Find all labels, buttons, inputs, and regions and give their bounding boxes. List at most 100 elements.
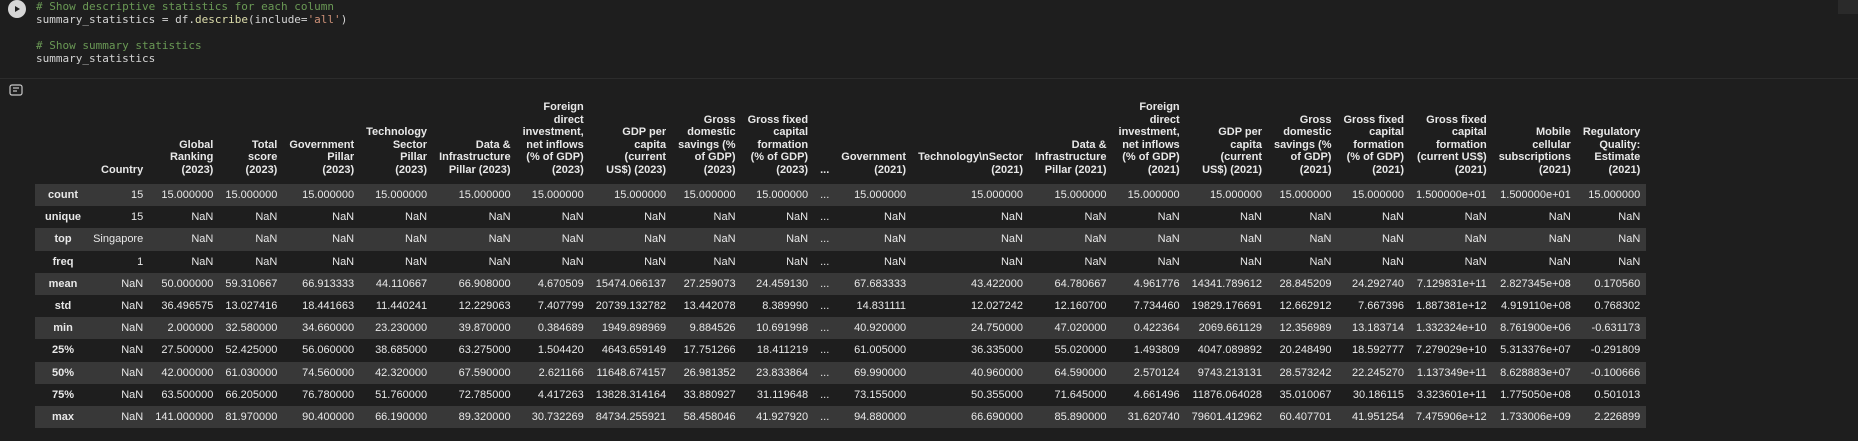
table-cell: NaN [1000,255,1023,268]
table-row: max NaN 141.000000 81.970000 90.400000 66.190… [35,405,1647,429]
table-cell: NaN [1240,211,1263,224]
row-label: freq [52,255,74,268]
table-cell: 55.020000 [1054,344,1107,357]
column-header: Government (2021) [841,151,907,176]
table-cell: NaN [786,255,809,268]
table-cell: NaN [488,233,511,246]
table-cell: 15.000000 [302,189,355,202]
column-header: Technology Sector Pillar (2023) [366,126,428,176]
code-editor[interactable]: # Show descriptive statistics for each c… [36,0,347,65]
table-cell: Singapore [93,233,144,246]
table-cell: NaN [121,366,144,379]
table-cell: 35.010067 [1279,388,1332,401]
column-header: Gross fixed capital formation (% of GDP)… [747,113,809,176]
code-line-5: summary_statistics [36,52,156,65]
table-cell: NaN [121,300,144,313]
table-cell: ... [820,211,830,224]
table-cell: NaN [255,211,278,224]
table-cell: 15.000000 [970,189,1023,202]
column-header: Regulatory Quality: Estimate (2021) [1582,126,1641,176]
table-cell: NaN [191,233,214,246]
table-cell: 24.459130 [756,277,809,290]
row-label: 50% [52,366,75,379]
table-cell: 13.027416 [225,300,278,313]
row-label: top [54,233,72,246]
table-cell: 3.323601e+11 [1416,388,1487,401]
table-cell: NaN [255,255,278,268]
table-cell: 79601.412962 [1191,410,1263,423]
table-cell: NaN [1084,211,1107,224]
table-row: top Singapore NaN NaN NaN NaN NaN NaN NaN NaN NaN.… [35,228,1647,251]
table-cell: 44.110667 [375,277,428,290]
row-label: max [52,410,75,423]
table-cell: 15.000000 [756,189,809,202]
table-cell: NaN [1464,233,1487,246]
table-cell: 4.670509 [537,277,584,290]
column-header: Mobile cellular subscriptions (2021) [1498,126,1571,176]
table-cell: ... [820,189,830,202]
table-cell: 4047.089892 [1197,344,1263,357]
table-cell: 33.880927 [683,388,736,401]
table-cell: 7.129831e+11 [1416,277,1487,290]
table-cell: 11876.064028 [1192,388,1263,401]
table-cell: 30.732269 [531,410,584,423]
table-cell: 2.226899 [1594,410,1641,423]
table-cell: NaN [332,211,355,224]
code-var: summary_statistics [36,13,156,26]
table-cell: NaN [1548,255,1571,268]
table-cell: 39.870000 [458,322,511,335]
table-cell: 34.660000 [302,322,355,335]
table-cell: NaN [1382,255,1405,268]
table-cell: 8.389990 [762,300,809,313]
code-eq: = df. [155,13,195,26]
table-row: unique 15 NaN NaN NaN NaN NaN NaN NaN NaN NaN... Na… [35,206,1647,229]
table-cell: 94.880000 [854,410,907,423]
column-header: GDP per capita (current US$) (2021) [1202,126,1263,176]
table-cell: 15.000000 [1210,189,1263,202]
table-cell: 4.661496 [1133,388,1180,401]
table-row: 25% NaN 27.500000 52.425000 56.060000 38.6850… [35,339,1647,362]
table-cell: 23.230000 [375,322,428,335]
table-cell: 52.425000 [225,344,278,357]
table-cell: 64.590000 [1054,366,1107,379]
table-cell: 40.960000 [970,366,1023,379]
table-cell: NaN [1548,211,1571,224]
table-cell: 17.751266 [683,344,736,357]
table-cell: 1 [137,255,144,268]
table-cell: 10.691998 [756,322,809,335]
table-cell: -0.631173 [1591,322,1641,335]
table-cell: NaN [1000,211,1023,224]
table-cell: 60.407701 [1279,410,1332,423]
table-cell: 13.442078 [683,300,736,313]
table-cell: 27.500000 [161,344,214,357]
table-cell: 31.119648 [756,388,809,401]
code-cell[interactable]: # Show descriptive statistics for each c… [0,0,1858,78]
table-cell: 66.690000 [970,410,1023,423]
column-header: Gross fixed capital formation (% of GDP)… [1343,113,1405,176]
table-cell: 11.440241 [375,300,428,313]
column-header: Global Ranking (2023) [169,138,214,176]
run-cell-button[interactable] [8,0,26,18]
table-cell: 13.183714 [1352,322,1405,335]
output-options-icon[interactable] [9,84,23,96]
table-cell: 15.000000 [1279,189,1332,202]
table-cell: NaN [561,255,584,268]
table-cell: NaN [1157,255,1180,268]
table-cell: NaN [191,255,214,268]
table-cell: NaN [121,410,144,423]
table-cell: 2.570124 [1133,366,1180,379]
table-cell: 63.275000 [458,344,511,357]
column-header: Technology\nSector (2021) [918,151,1023,176]
table-cell: NaN [1157,211,1180,224]
table-cell: 0.768302 [1594,300,1641,313]
table-cell: NaN [1382,211,1405,224]
table-cell: NaN [884,211,907,224]
code-open: (include= [247,13,308,26]
table-cell: NaN [1240,233,1263,246]
table-cell: 40.920000 [854,322,907,335]
table-cell: 4.919110e+08 [1500,300,1571,313]
table-cell: 2069.661129 [1198,322,1263,335]
table-cell: ... [820,366,830,379]
table-cell: 47.020000 [1054,322,1107,335]
table-cell: 59.310667 [225,277,278,290]
